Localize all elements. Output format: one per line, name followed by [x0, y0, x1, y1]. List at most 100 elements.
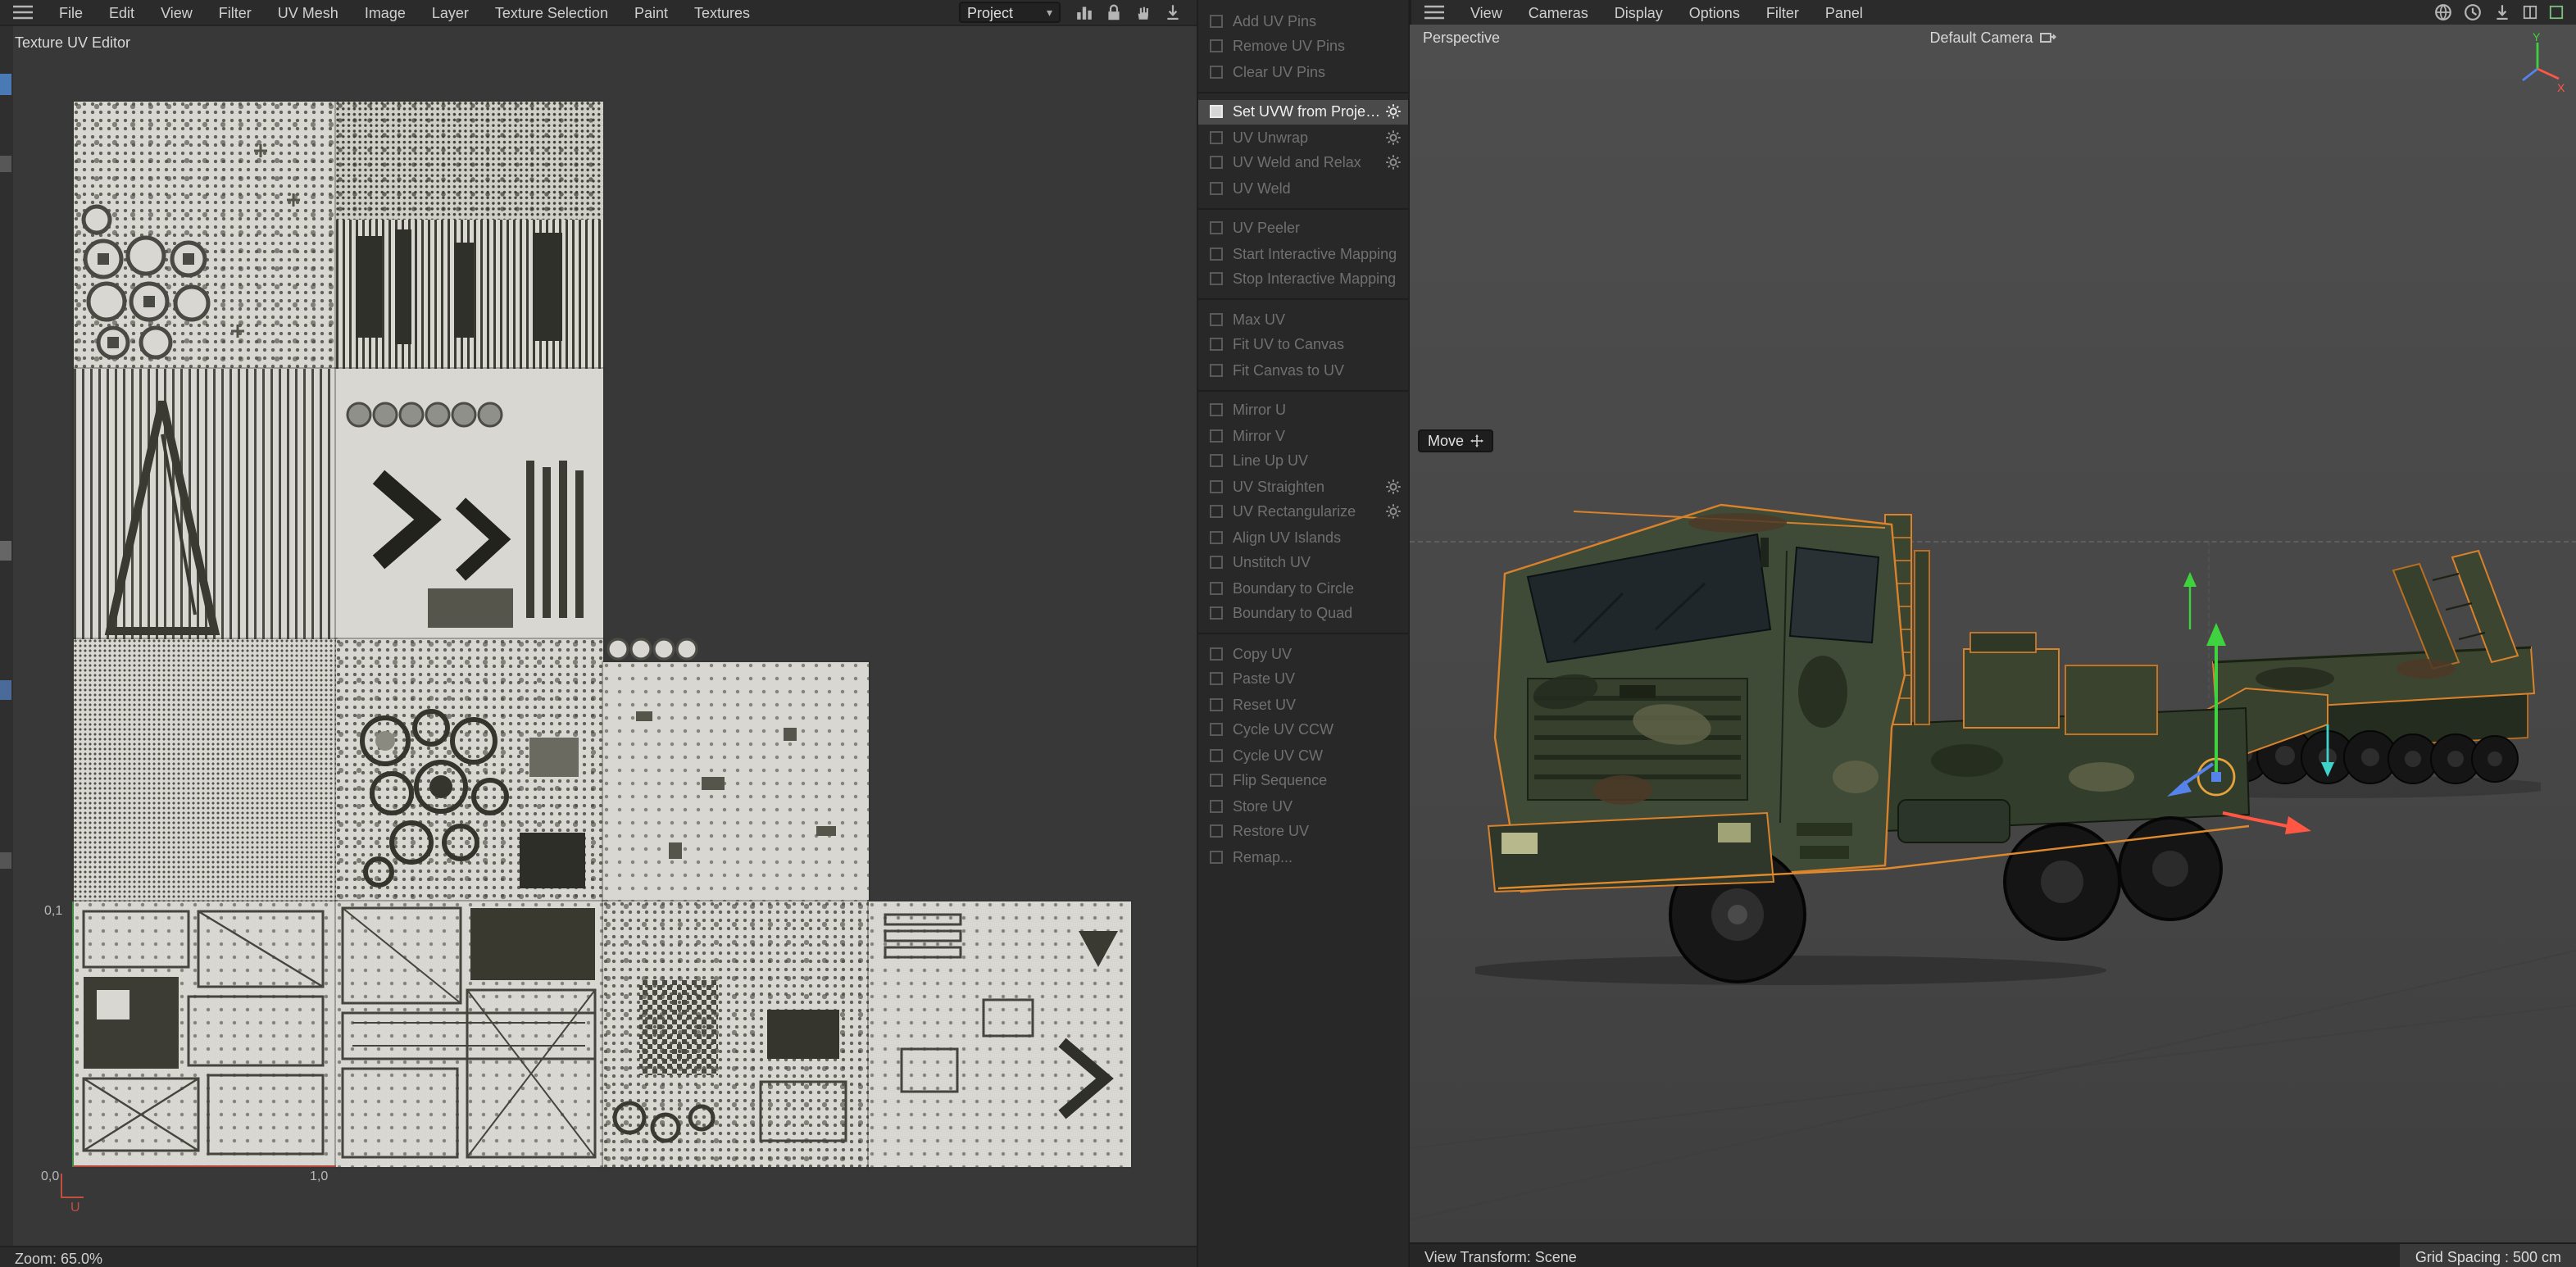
cmd-stop-interactive-mapping[interactable]: Stop Interactive Mapping	[1198, 266, 1408, 292]
time-icon[interactable]	[2463, 3, 2481, 21]
axis-gizmo[interactable]: Y X	[2514, 30, 2566, 92]
cmd-cycle-uv-cw[interactable]: Cycle UV CW	[1198, 742, 1408, 768]
menu-layer[interactable]: Layer	[419, 4, 482, 20]
project-dropdown-value: Project	[967, 4, 1014, 20]
cmd-max-uv[interactable]: Max UV	[1198, 307, 1408, 332]
hamburger-icon[interactable]	[13, 5, 33, 20]
cmd-uv-weld[interactable]: UV Weld	[1198, 175, 1408, 201]
cmd-remove-uv-pins[interactable]: Remove UV Pins	[1198, 34, 1408, 59]
gear-icon[interactable]	[1385, 504, 1402, 520]
uv-island-tile[interactable]	[334, 638, 605, 903]
cmd-boundary-to-circle[interactable]: Boundary to Circle	[1198, 575, 1408, 601]
pan-hand-icon[interactable]	[1134, 3, 1152, 21]
cmd-uv-straighten[interactable]: UV Straighten	[1198, 474, 1408, 499]
cmd-uv-peeler[interactable]: UV Peeler	[1198, 216, 1408, 241]
uv-island-tile[interactable]	[72, 638, 338, 903]
uv-straighten-icon	[1210, 479, 1223, 493]
hamburger-icon[interactable]	[1424, 5, 1444, 20]
menu-view[interactable]: View	[148, 4, 206, 20]
palette-fragment[interactable]	[0, 852, 11, 869]
cmd-reset-uv[interactable]: Reset UV	[1198, 692, 1408, 717]
menu-file[interactable]: File	[46, 4, 96, 20]
menu-textures[interactable]: Textures	[681, 4, 763, 20]
cmd-remap[interactable]: Remap...	[1198, 844, 1408, 870]
gear-icon[interactable]	[1385, 129, 1402, 146]
palette-fragment[interactable]	[0, 680, 11, 700]
vp-menu-display[interactable]: Display	[1601, 4, 1676, 20]
unstitch-uv-icon	[1210, 556, 1223, 570]
cmd-mirror-v[interactable]: Mirror V	[1198, 423, 1408, 448]
palette-fragment[interactable]	[0, 541, 11, 561]
panel-max-icon[interactable]	[2548, 5, 2563, 20]
uv-island-tile[interactable]	[334, 367, 605, 641]
menu-edit[interactable]: Edit	[96, 4, 148, 20]
load-down-icon[interactable]	[1164, 3, 1182, 21]
cmd-add-uv-pins[interactable]: Add UV Pins	[1198, 8, 1408, 34]
gear-icon[interactable]	[1385, 479, 1402, 495]
vp-menu-options[interactable]: Options	[1676, 4, 1753, 20]
cmd-store-uv[interactable]: Store UV	[1198, 793, 1408, 819]
cmd-mirror-u[interactable]: Mirror U	[1198, 397, 1408, 423]
uv-island-tile[interactable]	[867, 900, 1133, 1169]
vp-menu-view[interactable]: View	[1457, 4, 1515, 20]
uv-island-tile[interactable]	[72, 100, 338, 370]
uv-axis-v	[72, 901, 74, 1167]
cmd-unstitch-uv[interactable]: Unstitch UV	[1198, 550, 1408, 575]
cmd-fit-uv-to-canvas[interactable]: Fit UV to Canvas	[1198, 332, 1408, 357]
project-dropdown[interactable]: Project ▾	[959, 2, 1061, 23]
remove-uv-pins-icon	[1210, 39, 1223, 53]
render-globe-icon[interactable]	[2433, 3, 2451, 21]
histogram-icon[interactable]	[1075, 3, 1093, 21]
cmd-fit-canvas-to-uv[interactable]: Fit Canvas to UV	[1198, 357, 1408, 383]
uv-island-tile[interactable]	[602, 900, 870, 1169]
perspective-viewport[interactable]: Perspective Default Camera Y X Move	[1410, 25, 2576, 1242]
menu-uv-mesh[interactable]: UV Mesh	[265, 4, 352, 20]
truck-model[interactable]	[1475, 479, 2541, 995]
palette-fragment[interactable]	[0, 156, 11, 172]
vp-menu-cameras[interactable]: Cameras	[1515, 4, 1601, 20]
uv-island-tile[interactable]	[602, 661, 870, 903]
cmd-restore-uv[interactable]: Restore UV	[1198, 819, 1408, 844]
menu-paint[interactable]: Paint	[621, 4, 681, 20]
cmd-line-up-uv[interactable]: Line Up UV	[1198, 448, 1408, 474]
cmd-copy-uv[interactable]: Copy UV	[1198, 641, 1408, 666]
cmd-label: Cycle UV CW	[1233, 747, 1324, 764]
cmd-uv-rectangularize[interactable]: UV Rectangularize	[1198, 499, 1408, 525]
cmd-flip-sequence[interactable]: Flip Sequence	[1198, 768, 1408, 793]
uv-island-tile[interactable]	[72, 367, 338, 641]
uv-triangle-shape	[104, 400, 220, 635]
view-transform-status: View Transform: Scene	[1424, 1248, 1577, 1265]
uv-small-circles-row[interactable]	[607, 638, 702, 661]
cmd-boundary-to-quad[interactable]: Boundary to Quad	[1198, 601, 1408, 626]
uv-island-tile[interactable]	[72, 900, 338, 1169]
cmd-paste-uv[interactable]: Paste UV	[1198, 666, 1408, 692]
palette-fragment[interactable]	[0, 74, 11, 95]
uv-command-panel: Add UV Pins Remove UV Pins Clear UV Pins…	[1197, 0, 1410, 1267]
uv-coord-01: 0,1	[44, 903, 63, 918]
cmd-clear-uv-pins[interactable]: Clear UV Pins	[1198, 59, 1408, 84]
load-down-icon[interactable]	[2492, 3, 2510, 21]
cmd-cycle-uv-ccw[interactable]: Cycle UV CCW	[1198, 717, 1408, 742]
camera-label[interactable]: Default Camera	[1929, 30, 2056, 46]
uv-island-tile[interactable]	[334, 900, 605, 1169]
cmd-align-uv-islands[interactable]: Align UV Islands	[1198, 525, 1408, 550]
cmd-uv-weld-and-relax[interactable]: UV Weld and Relax	[1198, 150, 1408, 175]
gear-icon[interactable]	[1385, 104, 1402, 120]
menu-filter[interactable]: Filter	[206, 4, 265, 20]
uv-island-tile[interactable]	[334, 100, 605, 370]
panel-split-icon[interactable]	[2522, 5, 2537, 20]
vp-menu-filter[interactable]: Filter	[1753, 4, 1812, 20]
cmd-uv-unwrap[interactable]: UV Unwrap	[1198, 125, 1408, 150]
remap-icon	[1210, 850, 1223, 864]
cmd-set-uvw-from-projection[interactable]: Set UVW from Projection	[1198, 99, 1408, 125]
gear-icon[interactable]	[1385, 155, 1402, 171]
cmd-start-interactive-mapping[interactable]: Start Interactive Mapping	[1198, 241, 1408, 266]
vp-menu-panel[interactable]: Panel	[1812, 4, 1876, 20]
lock-icon[interactable]	[1105, 3, 1123, 21]
uv-weld-relax-icon	[1210, 156, 1223, 170]
menu-image[interactable]: Image	[352, 4, 419, 20]
menu-texture-selection[interactable]: Texture Selection	[482, 4, 621, 20]
cmd-label: Flip Sequence	[1233, 772, 1328, 789]
cmd-label: UV Peeler	[1233, 220, 1301, 237]
uv-editor-canvas[interactable]: Texture UV Editor 0,1 0,0 1,0 U	[0, 26, 1197, 1246]
